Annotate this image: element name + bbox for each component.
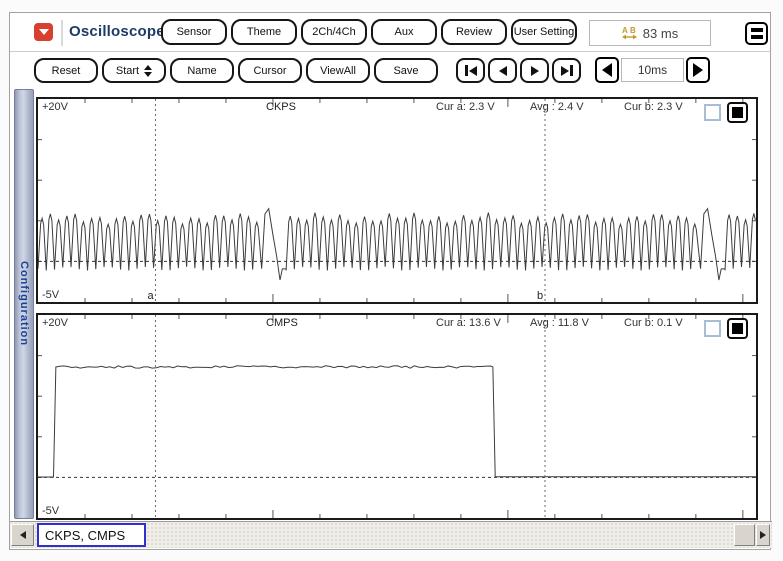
y-min-label: -5V <box>42 289 59 301</box>
scroll-left-button[interactable] <box>11 524 34 546</box>
timebase-increase-button[interactable] <box>686 57 710 83</box>
timebase-value: 10ms <box>621 58 684 82</box>
channel-checkbox[interactable] <box>704 104 721 121</box>
svg-text:A: A <box>622 26 628 35</box>
ab-measure-icon: A B <box>622 26 637 40</box>
playback-button-group <box>456 58 581 83</box>
filled-square-icon <box>732 323 743 334</box>
button-label: Theme <box>247 26 281 38</box>
control-toolbar: Reset Start Name Cursor ViewAll Save 10m… <box>10 52 770 97</box>
time-between-cursors: 83 ms <box>643 26 678 41</box>
y-max-label: +20V <box>42 317 68 329</box>
y-min-label: -5V <box>42 505 59 517</box>
skip-to-start-button[interactable] <box>456 58 485 83</box>
button-label: ViewAll <box>320 65 356 77</box>
avg-measurement: Avg : 2.4 V <box>530 101 584 113</box>
skip-start-icon <box>465 65 468 76</box>
arrow-right-icon <box>760 531 766 539</box>
start-button[interactable]: Start <box>102 58 166 83</box>
skip-end-icon <box>570 65 573 76</box>
button-label: Reset <box>52 65 81 77</box>
menu-icon <box>751 28 763 32</box>
button-label: Cursor <box>253 65 286 77</box>
skip-to-end-button[interactable] <box>552 58 581 83</box>
arrow-left-icon <box>602 63 612 77</box>
step-back-button[interactable] <box>488 58 517 83</box>
cursor-time-display: A B 83 ms <box>589 20 711 46</box>
button-label: Start <box>116 65 139 77</box>
top-toolbar: Oscilloscope Sensor Theme 2Ch/4Ch Aux Re… <box>10 13 770 51</box>
channel-title: CMPS <box>266 317 298 329</box>
viewall-button[interactable]: ViewAll <box>306 58 370 83</box>
save-button[interactable]: Save <box>374 58 438 83</box>
menu-icon <box>751 35 763 39</box>
avg-measurement: Avg : 11.8 V <box>530 317 589 329</box>
svg-text:B: B <box>630 26 636 35</box>
scroll-right-button[interactable] <box>756 524 770 546</box>
horizontal-scrollbar[interactable]: CKPS, CMPS <box>10 521 772 548</box>
user-setting-button[interactable]: User Setting <box>511 19 577 45</box>
timebase-group: 10ms <box>595 57 710 83</box>
cursor-a-label: a <box>147 290 153 302</box>
skip-start-icon <box>469 66 477 76</box>
scrollbar-thumb[interactable] <box>734 524 755 546</box>
button-label: Sensor <box>177 26 212 38</box>
app-dropdown-button[interactable] <box>34 23 53 41</box>
spinner-icon <box>144 65 152 77</box>
channel-checkbox[interactable] <box>704 320 721 337</box>
button-label: Name <box>187 65 216 77</box>
control-button-group: Reset Start Name Cursor ViewAll Save <box>34 58 438 83</box>
name-button[interactable]: Name <box>170 58 234 83</box>
next-icon <box>531 66 539 76</box>
scope-panel-cmps[interactable]: +20V CMPS Cur a: 13.6 V Avg : 11.8 V Cur… <box>36 313 758 520</box>
cursor-a-measurement: Cur a: 13.6 V <box>436 317 501 329</box>
scope-panel-ckps[interactable]: +20V CKPS Cur a: 2.3 V Avg : 2.4 V Cur b… <box>36 97 758 304</box>
arrow-right-icon <box>693 63 703 77</box>
aux-button[interactable]: Aux <box>371 19 437 45</box>
configuration-tab[interactable]: Configuration <box>14 89 34 519</box>
cursor-a-measurement: Cur a: 2.3 V <box>436 101 495 113</box>
button-label: Review <box>456 26 492 38</box>
theme-button[interactable]: Theme <box>231 19 297 45</box>
button-label: User Setting <box>514 26 575 38</box>
cursor-b-measurement: Cur b: 0.1 V <box>624 317 683 329</box>
button-label: 2Ch/4Ch <box>312 26 355 38</box>
button-label: Aux <box>395 26 414 38</box>
cursor-button[interactable]: Cursor <box>238 58 302 83</box>
y-max-label: +20V <box>42 101 68 113</box>
button-label: Save <box>393 65 418 77</box>
cursor-b-measurement: Cur b: 2.3 V <box>624 101 683 113</box>
page-title: Oscilloscope <box>69 23 165 40</box>
waveform-plot-ckps <box>38 99 756 302</box>
skip-end-icon <box>561 66 569 76</box>
channel-title: CKPS <box>266 101 296 113</box>
configuration-tab-label: Configuration <box>18 261 30 346</box>
sensor-button[interactable]: Sensor <box>161 19 227 45</box>
desktop-background: Oscilloscope Sensor Theme 2Ch/4Ch Aux Re… <box>0 0 783 561</box>
reset-button[interactable]: Reset <box>34 58 98 83</box>
cursor-b-label: b <box>537 290 543 302</box>
channel-names-label: CKPS, CMPS <box>45 528 125 543</box>
review-button[interactable]: Review <box>441 19 507 45</box>
step-forward-button[interactable] <box>520 58 549 83</box>
channel-names-box: CKPS, CMPS <box>37 523 146 547</box>
oscilloscope-window: Oscilloscope Sensor Theme 2Ch/4Ch Aux Re… <box>9 12 771 550</box>
waveform-plot-cmps <box>38 315 756 518</box>
timebase-decrease-button[interactable] <box>595 57 619 83</box>
menu-button[interactable] <box>745 22 768 45</box>
filled-square-icon <box>732 107 743 118</box>
top-button-group: Sensor Theme 2Ch/4Ch Aux Review User Set… <box>161 19 577 45</box>
arrow-left-icon <box>20 531 26 539</box>
previous-icon <box>499 66 507 76</box>
title-divider <box>61 20 63 46</box>
channel-expand-button[interactable] <box>727 318 748 339</box>
channel-expand-button[interactable] <box>727 102 748 123</box>
channel-mode-button[interactable]: 2Ch/4Ch <box>301 19 367 45</box>
chevron-down-icon <box>39 29 49 35</box>
